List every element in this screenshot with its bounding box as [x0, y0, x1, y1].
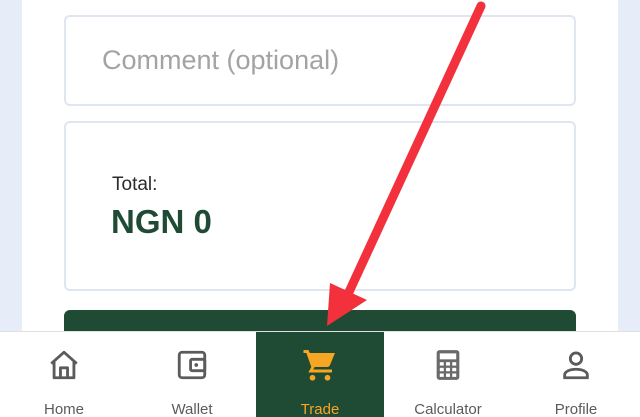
nav-label-wallet: Wallet [171, 401, 213, 417]
wallet-icon [172, 345, 212, 385]
home-icon [44, 345, 84, 385]
nav-label-trade: Trade [300, 401, 340, 417]
person-icon [556, 345, 596, 385]
calculator-icon [428, 345, 468, 385]
nav-item-calculator[interactable]: Calculator [384, 332, 512, 417]
nav-item-home[interactable]: Home [0, 332, 128, 417]
nav-item-wallet[interactable]: Wallet [128, 332, 256, 417]
nav-label-home: Home [43, 401, 84, 417]
bottom-nav: Home Wallet Trade Calculator Profile [0, 331, 640, 417]
nav-label-profile: Profile [554, 401, 598, 417]
comment-placeholder: Comment (optional) [102, 45, 340, 75]
total-value: NGN 0 [111, 203, 212, 240]
nav-item-trade[interactable]: Trade [256, 332, 384, 417]
cart-icon [300, 345, 340, 385]
nav-label-calculator: Calculator [414, 401, 482, 417]
comment-input[interactable]: Comment (optional) [64, 15, 576, 106]
total-box: Total: NGN 0 [64, 121, 576, 291]
nav-item-profile[interactable]: Profile [512, 332, 640, 417]
total-label: Total: [112, 174, 158, 195]
